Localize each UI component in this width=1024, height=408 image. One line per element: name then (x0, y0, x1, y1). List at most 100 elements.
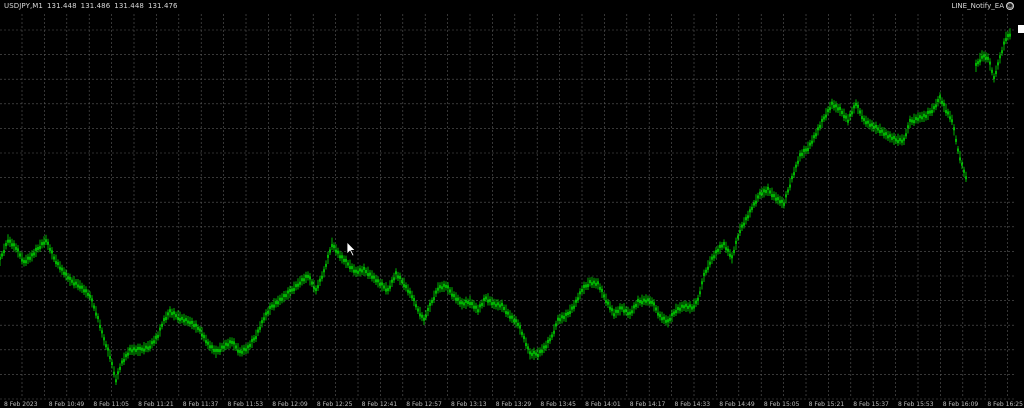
candle (563, 315, 565, 319)
candle (357, 270, 359, 274)
candle (3, 250, 5, 254)
candle (685, 303, 687, 307)
time-label: 8 Feb 12:41 (361, 401, 398, 408)
candle (663, 316, 665, 320)
candle (465, 299, 467, 303)
time-label: 8 Feb 12:57 (406, 401, 442, 408)
candle (141, 347, 143, 351)
candle (629, 311, 631, 315)
candle (365, 270, 367, 273)
candle (585, 284, 587, 288)
candle (803, 148, 805, 152)
candle (51, 250, 53, 254)
candle (151, 341, 153, 345)
candle (337, 250, 339, 254)
candle (23, 260, 25, 264)
candle (143, 348, 145, 352)
candle (947, 111, 949, 115)
candle (95, 312, 97, 316)
candle (179, 318, 181, 322)
candle (489, 299, 491, 303)
candle (943, 102, 945, 106)
chart-window[interactable]: USDJPY,M1 131.448 131.486 131.448 131.47… (0, 0, 1024, 408)
candle (269, 305, 271, 309)
candle (59, 266, 61, 270)
candle (767, 186, 769, 190)
candle (333, 245, 335, 249)
candle (93, 305, 95, 309)
candle (411, 295, 413, 299)
candle (391, 279, 393, 283)
candle (499, 304, 501, 308)
candle (445, 284, 447, 288)
candle (779, 200, 781, 204)
candle (221, 345, 223, 349)
candle (599, 286, 601, 290)
candle (917, 117, 919, 121)
candle (477, 309, 479, 313)
symbol-timeframe: USDJPY,M1 (4, 2, 43, 10)
candle (437, 287, 439, 291)
candle (331, 244, 333, 248)
candle (121, 360, 123, 364)
candle (951, 119, 953, 123)
candle (733, 249, 735, 253)
candle (469, 302, 471, 306)
candle (593, 280, 595, 284)
candle (615, 309, 617, 313)
candle (363, 266, 365, 270)
candle (861, 116, 863, 120)
candle (623, 309, 625, 313)
smiley-icon[interactable]: ☺ (1006, 2, 1014, 10)
candle (775, 197, 777, 201)
candle (519, 325, 521, 329)
candle (755, 200, 757, 204)
candle (483, 297, 485, 301)
candle (901, 139, 903, 143)
candle (433, 297, 435, 301)
candle (503, 307, 505, 310)
candle (33, 252, 35, 256)
candle (545, 345, 547, 349)
expert-advisor-label[interactable]: LINE_Notify_EA ☺ (951, 2, 1014, 10)
candle (611, 308, 613, 312)
candle (877, 127, 879, 131)
candle (345, 258, 347, 262)
price-chart[interactable] (0, 0, 1024, 408)
candle (587, 284, 589, 288)
candle (683, 305, 685, 309)
candle (11, 243, 13, 247)
candle (0, 256, 1, 260)
candle (175, 314, 177, 318)
candle (807, 148, 809, 152)
candle (829, 107, 831, 111)
candle (651, 300, 653, 304)
candle (841, 111, 843, 114)
close-price: 131.476 (147, 2, 178, 10)
candle (43, 241, 45, 245)
candle (247, 345, 249, 349)
candle (517, 322, 519, 326)
candle (137, 346, 139, 350)
candle (799, 153, 801, 157)
candle (533, 350, 535, 354)
candle (819, 124, 821, 128)
candle (117, 371, 119, 375)
candle (421, 314, 423, 318)
candle (575, 299, 577, 303)
time-label: 8 Feb 14:49 (719, 401, 755, 408)
candle (233, 341, 235, 345)
candle (647, 298, 649, 302)
candle (451, 293, 453, 297)
candle (999, 55, 1001, 59)
candle (707, 266, 709, 270)
candle (915, 117, 917, 121)
candle (653, 302, 655, 306)
candle (713, 255, 715, 259)
candle (17, 248, 19, 252)
candle (297, 283, 299, 287)
candle (805, 148, 807, 152)
candle (523, 336, 525, 340)
candle (525, 343, 527, 347)
candle (899, 138, 901, 142)
